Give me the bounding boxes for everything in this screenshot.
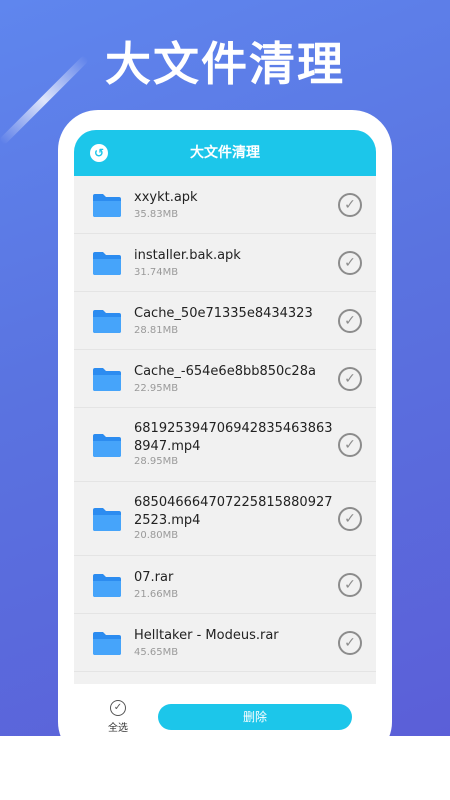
check-circle-icon[interactable]: ✓ xyxy=(338,193,362,217)
file-size: 45.65MB xyxy=(134,647,179,658)
file-name: 07.rar xyxy=(134,570,174,585)
folder-icon xyxy=(93,310,121,333)
folder-icon xyxy=(93,194,121,217)
file-size: 22.95MB xyxy=(134,383,179,394)
file-name: 681925394706942835463863 8947.mp4 xyxy=(134,421,333,454)
check-circle-icon: ✓ xyxy=(110,700,126,716)
folder-icon xyxy=(93,574,121,597)
check-circle-icon[interactable]: ✓ xyxy=(338,433,362,457)
file-name: Cache_-654e6e8bb850c28a xyxy=(134,364,316,379)
file-size: 21.66MB xyxy=(134,589,179,600)
file-row[interactable]: installer.bak.apk 31.74MB ✓ xyxy=(74,234,376,292)
file-size: 20.80MB xyxy=(134,530,179,541)
check-circle-icon[interactable]: ✓ xyxy=(338,507,362,531)
file-size: 35.83MB xyxy=(134,209,179,220)
check-circle-icon[interactable]: ✓ xyxy=(338,631,362,655)
file-row[interactable]: Cache_50e71335e8434323 28.81MB ✓ xyxy=(74,292,376,350)
app-header: ↺ 大文件清理 xyxy=(74,130,376,176)
file-name: installer.bak.apk xyxy=(134,248,241,263)
file-size: 28.95MB xyxy=(134,456,179,467)
file-name: xxykt.apk xyxy=(134,190,198,205)
folder-icon xyxy=(93,434,121,457)
file-size: 28.81MB xyxy=(134,325,179,336)
select-all-label: 全选 xyxy=(108,723,128,734)
file-row[interactable]: Helltaker - Modeus.rar 45.65MB ✓ xyxy=(74,614,376,672)
file-name: 685046664707225815880927 2523.mp4 xyxy=(134,495,333,528)
bottom-action-bar: ✓ 全选 删除 xyxy=(64,684,386,756)
file-size: 31.74MB xyxy=(134,267,179,278)
phone-frame: ↺ 大文件清理 xxykt.apk 35.83MB ✓ installer.bak.a… xyxy=(64,116,386,756)
check-circle-icon[interactable]: ✓ xyxy=(338,573,362,597)
check-circle-icon[interactable]: ✓ xyxy=(338,367,362,391)
folder-icon xyxy=(93,508,121,531)
file-name: Cache_50e71335e8434323 xyxy=(134,306,313,321)
file-row[interactable]: xxykt.apk 35.83MB ✓ xyxy=(74,176,376,234)
file-row[interactable]: 685046664707225815880927 2523.mp4 20.80MB… xyxy=(74,482,376,556)
banner-headline: 大文件清理 xyxy=(105,37,345,91)
check-circle-icon[interactable]: ✓ xyxy=(338,309,362,333)
folder-icon xyxy=(93,632,121,655)
folder-icon xyxy=(93,252,121,275)
file-row[interactable]: 07.rar 21.66MB ✓ xyxy=(74,556,376,614)
file-list: xxykt.apk 35.83MB ✓ installer.bak.apk 31.74M… xyxy=(74,176,376,684)
select-all-button[interactable]: ✓ 全选 xyxy=(98,700,138,734)
file-row[interactable] xyxy=(74,672,376,684)
delete-button[interactable]: 删除 xyxy=(158,704,352,730)
file-row[interactable]: 681925394706942835463863 8947.mp4 28.95MB… xyxy=(74,408,376,482)
check-circle-icon[interactable]: ✓ xyxy=(338,251,362,275)
file-row[interactable]: Cache_-654e6e8bb850c28a 22.95MB ✓ xyxy=(74,350,376,408)
page-title: 大文件清理 xyxy=(190,145,260,161)
file-name: Helltaker - Modeus.rar xyxy=(134,628,279,643)
folder-icon xyxy=(93,368,121,391)
